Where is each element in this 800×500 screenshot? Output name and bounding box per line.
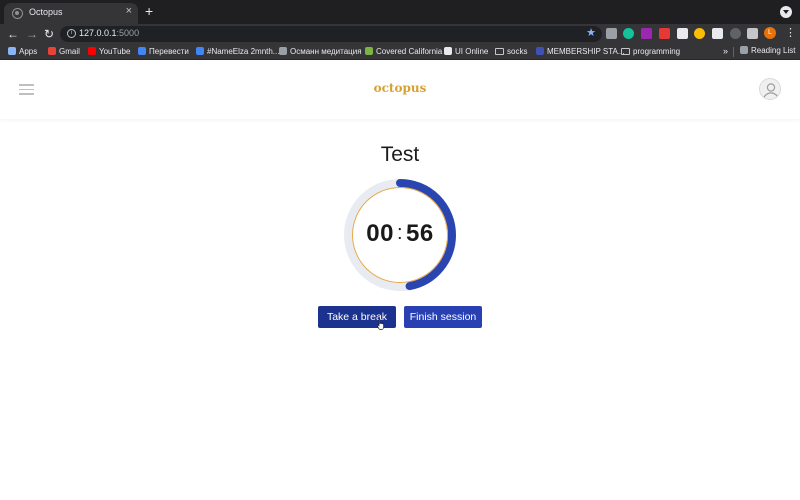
user-avatar-icon[interactable] xyxy=(759,78,781,100)
tab-search-icon[interactable] xyxy=(780,6,792,18)
bookmark-label: Османн медитация xyxy=(290,47,362,56)
site-info-icon[interactable]: i xyxy=(67,29,76,38)
bookmark-folder-socks[interactable]: socks xyxy=(495,46,527,58)
bookmarks-divider xyxy=(733,47,734,57)
kebab-menu-icon[interactable]: ⋮ xyxy=(785,27,796,39)
site-icon xyxy=(536,47,544,55)
bookmarks-bar: Apps Gmail YouTube Перевести #NameElza 2… xyxy=(0,44,800,60)
reload-icon[interactable]: ↻ xyxy=(44,26,54,42)
reading-list-label: Reading List xyxy=(751,46,796,55)
bookmark-star-icon[interactable]: ★ xyxy=(586,26,596,39)
folder-icon xyxy=(495,48,504,55)
address-host: 127.0.0.1 xyxy=(79,28,117,38)
browser-tab[interactable]: Octopus × xyxy=(4,3,138,24)
site-icon xyxy=(444,47,452,55)
address-url: 127.0.0.1:5000 xyxy=(79,28,139,38)
bookmark-label: #NameElza 2mnth... xyxy=(207,47,280,56)
translate-icon xyxy=(138,47,146,55)
extension-icon[interactable] xyxy=(694,28,705,39)
docs-icon xyxy=(196,47,204,55)
bookmark-ui-online[interactable]: UI Online xyxy=(444,46,488,58)
bookmark-label: YouTube xyxy=(99,47,131,56)
bookmark-covered-california[interactable]: Covered California xyxy=(365,46,442,58)
site-icon xyxy=(365,47,373,55)
extension-icon[interactable] xyxy=(606,28,617,39)
bookmark-label: programming xyxy=(633,47,681,56)
apps-icon xyxy=(8,47,16,55)
bookmark-folder-programming[interactable]: programming xyxy=(621,46,680,58)
close-tab-icon[interactable]: × xyxy=(126,6,132,17)
bookmark-youtube[interactable]: YouTube xyxy=(88,46,130,58)
forward-icon[interactable]: → xyxy=(26,26,38,42)
youtube-icon xyxy=(88,47,96,55)
gmail-icon xyxy=(48,47,56,55)
globe-icon xyxy=(12,8,23,19)
app-header: octopus xyxy=(0,61,800,119)
site-icon xyxy=(279,47,287,55)
session-title: Test xyxy=(380,143,420,166)
bookmark-label: socks xyxy=(507,47,528,56)
extension-icon[interactable] xyxy=(659,28,670,39)
address-bar[interactable]: i 127.0.0.1:5000 ★ xyxy=(60,26,602,42)
bookmark-label: MEMBERSHIP STA... xyxy=(547,47,625,56)
notion-extension-icon[interactable] xyxy=(677,28,688,39)
bookmark-apps[interactable]: Apps xyxy=(8,46,37,58)
bookmark-label: UI Online xyxy=(455,47,489,56)
extension-icon[interactable] xyxy=(730,28,741,39)
profile-avatar[interactable]: L xyxy=(764,27,776,39)
timer-separator: : xyxy=(396,222,404,244)
folder-icon xyxy=(621,48,630,55)
browser-tab-strip: Octopus × + xyxy=(0,0,800,24)
grammarly-extension-icon[interactable] xyxy=(623,28,634,39)
address-port: :5000 xyxy=(116,28,140,38)
new-tab-icon[interactable]: + xyxy=(145,4,153,18)
bookmark-label: Gmail xyxy=(59,47,80,56)
hand-cursor-icon xyxy=(376,318,384,330)
timer-readout: 00:56 xyxy=(343,220,457,248)
reading-list-icon xyxy=(740,46,748,54)
countdown-timer: 00:56 xyxy=(343,178,457,292)
timer-seconds: 56 xyxy=(406,220,434,247)
finish-session-button[interactable]: Finish session xyxy=(404,306,482,328)
bookmark-label: Перевести xyxy=(149,47,189,56)
extension-icon[interactable] xyxy=(712,28,723,39)
bookmark-translate[interactable]: Перевести xyxy=(138,46,189,58)
puzzle-extensions-icon[interactable] xyxy=(747,28,758,39)
bookmark-gmail[interactable]: Gmail xyxy=(48,46,80,58)
timer-minutes: 00 xyxy=(366,220,394,247)
brand-logo[interactable]: octopus xyxy=(0,81,800,95)
browser-toolbar: ← → ↻ i 127.0.0.1:5000 ★ L ⋮ xyxy=(0,24,800,44)
bookmark-label: Covered California xyxy=(376,47,443,56)
back-icon[interactable]: ← xyxy=(7,26,19,42)
bookmark-osmann[interactable]: Османн медитация xyxy=(279,46,362,58)
tab-title: Octopus xyxy=(29,7,63,17)
bookmarks-overflow-icon[interactable]: » xyxy=(723,46,728,56)
bookmark-nameelza[interactable]: #NameElza 2mnth... xyxy=(196,46,279,58)
reading-list-button[interactable]: Reading List xyxy=(740,46,795,55)
bookmark-membership[interactable]: MEMBERSHIP STA... xyxy=(536,46,625,58)
extension-icon[interactable] xyxy=(641,28,652,39)
bookmark-label: Apps xyxy=(19,47,38,56)
